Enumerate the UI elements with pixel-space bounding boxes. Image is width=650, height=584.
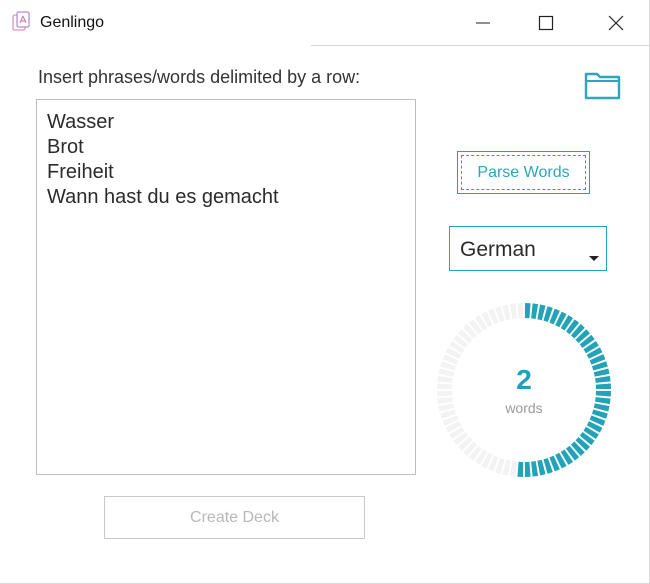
close-icon xyxy=(608,15,624,31)
gauge-segment xyxy=(509,461,517,477)
gauge-segment xyxy=(531,303,539,319)
instruction-label: Insert phrases/words delimited by a row: xyxy=(38,67,361,87)
maximize-button[interactable] xyxy=(523,0,569,46)
window-title: Genlingo xyxy=(40,14,105,31)
gauge-segment xyxy=(517,461,524,477)
gauge-segment xyxy=(517,303,524,319)
app-window: Genlingo Insert phrases/words delimited … xyxy=(0,0,650,584)
app-logo-icon xyxy=(12,11,32,33)
open-folder-button[interactable] xyxy=(583,68,623,102)
gauge-segment xyxy=(524,303,531,319)
title-divider xyxy=(311,45,649,46)
minimize-icon xyxy=(476,22,490,24)
title-bar[interactable]: Genlingo xyxy=(0,0,649,46)
word-count-value: 2 xyxy=(516,364,532,395)
maximize-icon xyxy=(538,15,554,31)
create-deck-button[interactable]: Create Deck xyxy=(104,496,365,539)
dropdown-arrow-icon xyxy=(589,256,599,261)
language-select[interactable]: German xyxy=(449,226,607,271)
gauge-segment xyxy=(509,303,517,319)
word-count-label: words xyxy=(505,400,543,416)
parse-words-button[interactable]: Parse Words xyxy=(457,151,590,194)
parse-words-label: Parse Words xyxy=(461,155,586,190)
gauge-segment xyxy=(531,461,539,477)
language-select-value: German xyxy=(460,238,536,261)
close-button[interactable] xyxy=(593,0,639,46)
gauge-segment xyxy=(524,461,531,477)
phrases-input[interactable]: Wasser Brot Freiheit Wann hast du es gem… xyxy=(36,99,416,475)
folder-icon xyxy=(584,72,621,100)
minimize-button[interactable] xyxy=(460,0,506,46)
